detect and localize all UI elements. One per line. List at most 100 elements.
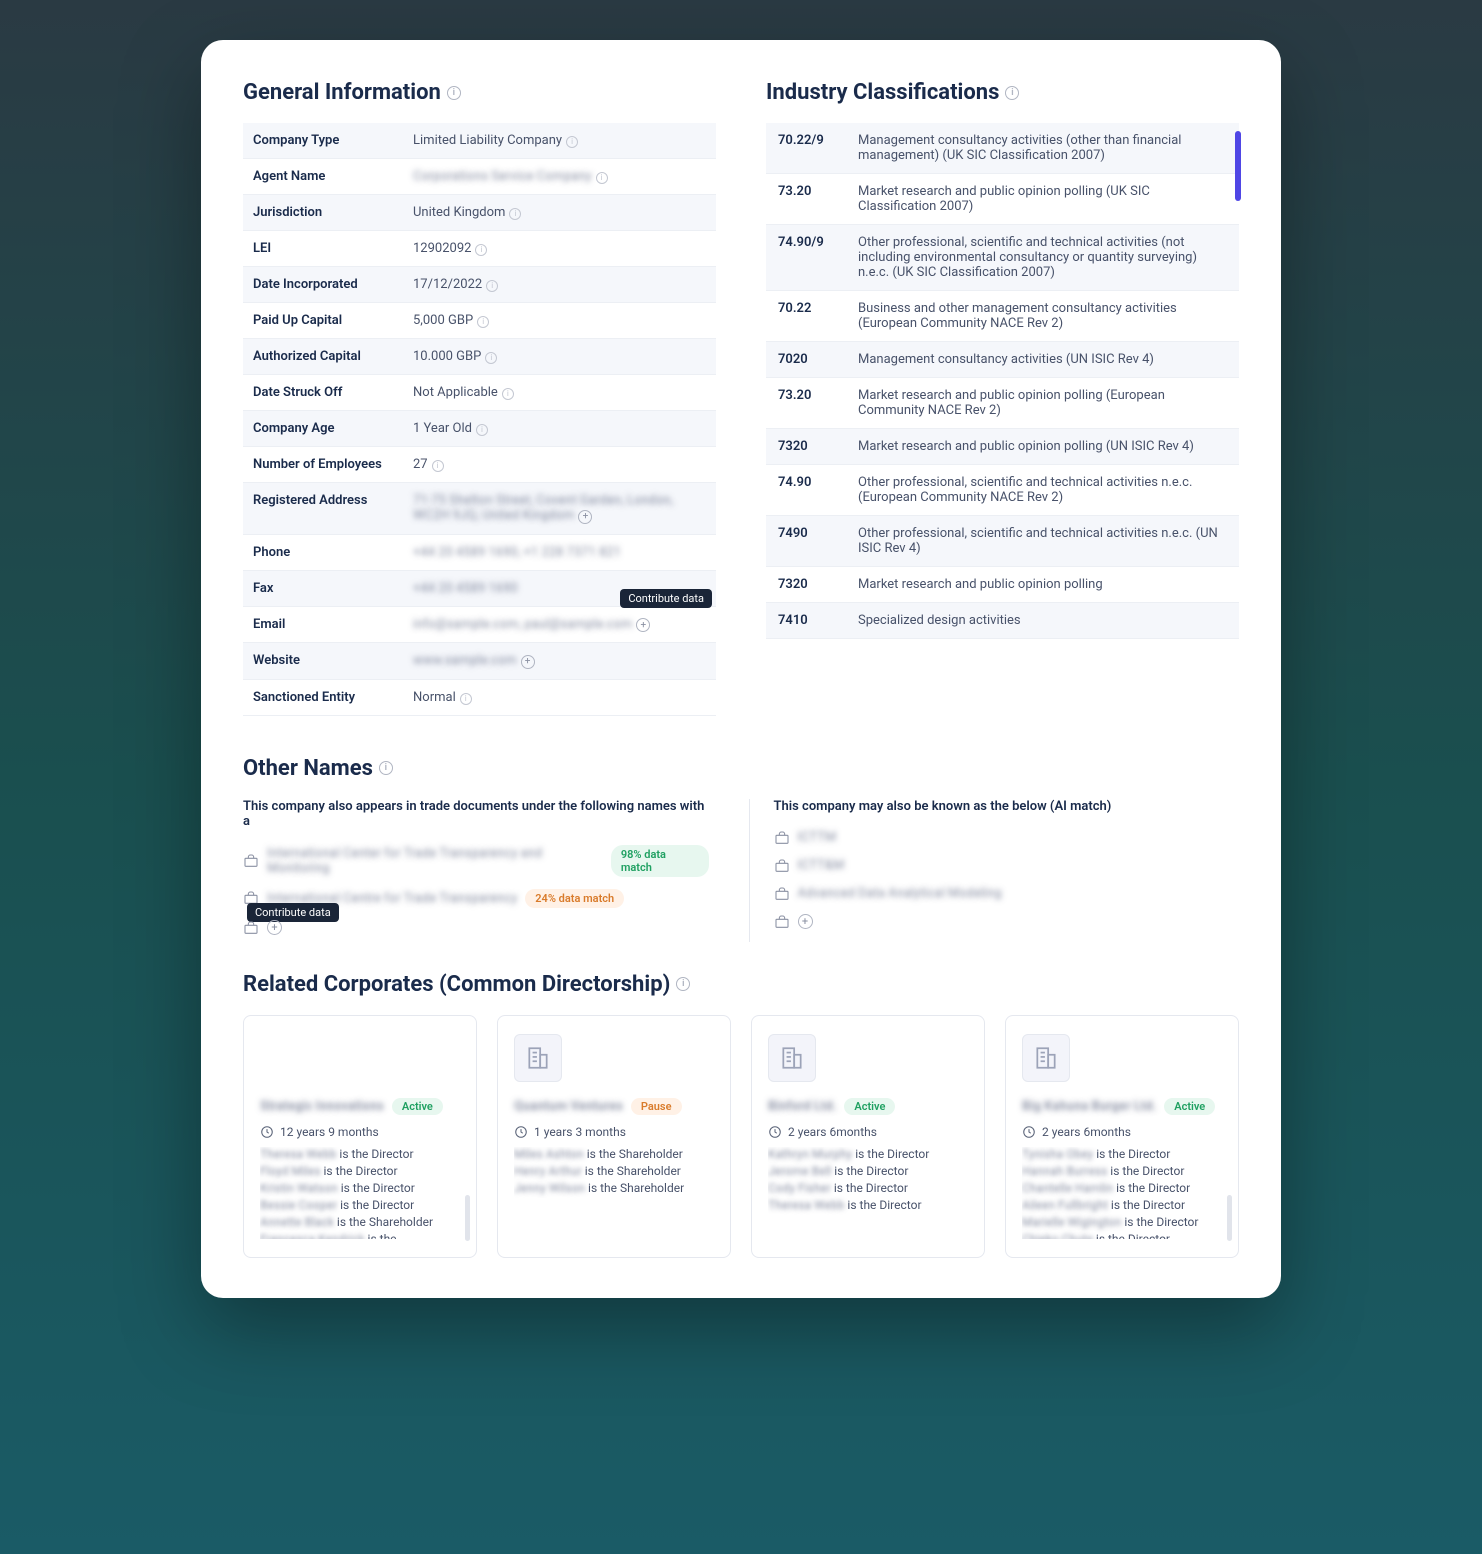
industry-code: 7020 — [766, 342, 846, 378]
duration-text: 2 years 6months — [788, 1125, 877, 1139]
industry-code: 7490 — [766, 516, 846, 567]
briefcase-icon — [774, 858, 790, 874]
role-line: Francesca Kendrick is the Shareholder — [260, 1232, 460, 1239]
person-name: Annette Black — [260, 1215, 334, 1229]
industry-code: 7320 — [766, 429, 846, 465]
person-name: Henry Arthur — [514, 1164, 582, 1178]
table-row: Date Struck OffNot Applicablei — [243, 375, 716, 411]
scrollbar[interactable] — [1235, 131, 1241, 201]
other-name-text: Advanced Data Analytical Modeling — [798, 886, 1002, 901]
role-text: is the Director — [1113, 1181, 1190, 1195]
other-name-item: + — [243, 914, 709, 942]
field-value: 17/12/2022 i — [403, 267, 716, 303]
other-name-item: Advanced Data Analytical Modeling — [774, 880, 1240, 908]
role-text: is the Director — [844, 1198, 921, 1212]
scrollbar[interactable] — [1227, 1195, 1232, 1241]
company-name: Binford Ltd. — [768, 1099, 836, 1114]
info-icon[interactable]: i — [475, 244, 487, 256]
related-title-text: Related Corporates (Common Directorship) — [243, 972, 670, 997]
field-value: 1 Year Oldi — [403, 411, 716, 447]
field-label: Fax — [243, 570, 403, 606]
briefcase-icon — [243, 920, 259, 936]
field-value-text: Normal — [413, 690, 456, 705]
field-value-text: +44 20 4589 1690, +1 228 7371 821 — [413, 545, 621, 560]
contribute-button[interactable]: + — [636, 618, 650, 632]
role-line: Jerome Bell is the Director — [768, 1164, 968, 1178]
table-row: 74.90Other professional, scientific and … — [766, 465, 1239, 516]
field-value: 71-75 Shelton Street, Covent Garden, Lon… — [403, 483, 716, 535]
info-icon[interactable]: i — [432, 460, 444, 472]
table-row: 7499Other professional, scientific, and … — [766, 639, 1239, 644]
table-row: Agent NameCorporations Service Companyi — [243, 159, 716, 195]
industry-desc: Market research and public opinion polli… — [846, 174, 1239, 225]
info-icon[interactable]: i — [566, 136, 578, 148]
table-row: Paid Up Capital 5,000 GBP i — [243, 303, 716, 339]
role-line: Kathryn Murphy is the Director — [768, 1147, 968, 1161]
info-icon[interactable]: i — [477, 316, 489, 328]
roles-list: Kathryn Murphy is the Director Jerome Bel… — [768, 1147, 968, 1215]
table-row: Websitewww.sample.com+ — [243, 643, 716, 680]
briefcase-icon — [774, 830, 790, 846]
table-row: Sanctioned EntityNormali — [243, 679, 716, 715]
role-line: Annette Black is the Shareholder — [260, 1215, 460, 1229]
info-icon[interactable]: i — [447, 86, 461, 100]
table-row: Date Incorporated17/12/2022i — [243, 267, 716, 303]
field-value-text: 5,000 GBP — [413, 313, 473, 328]
contribute-button[interactable]: + — [578, 510, 592, 524]
contribute-button[interactable]: + — [521, 655, 535, 669]
related-title: Related Corporates (Common Directorship)… — [243, 972, 1239, 997]
role-line: Kristin Watson is the Director — [260, 1181, 460, 1195]
info-icon[interactable]: i — [676, 977, 690, 991]
info-icon[interactable]: i — [379, 761, 393, 775]
field-value-text: 10.000 GBP — [413, 349, 481, 364]
match-badge: 24% data match — [525, 889, 624, 908]
info-icon[interactable]: i — [486, 280, 498, 292]
info-icon[interactable]: i — [502, 388, 514, 400]
company-logo-placeholder — [768, 1034, 816, 1082]
info-icon[interactable]: i — [596, 172, 608, 184]
info-icon[interactable]: i — [1005, 86, 1019, 100]
trade-names-col: This company also appears in trade docum… — [243, 799, 709, 942]
add-name-button[interactable]: + — [267, 920, 282, 935]
company-logo-placeholder — [1022, 1034, 1070, 1082]
person-name: Francesca Kendrick — [260, 1232, 365, 1239]
role-text: is the Director — [1121, 1215, 1198, 1229]
table-row: Registered Address71-75 Shelton Street, … — [243, 483, 716, 535]
related-company-card[interactable]: Quantum VenturesPause1 years 3 monthsMil… — [497, 1015, 731, 1258]
status-badge: Active — [844, 1098, 895, 1115]
field-value: info@sample.com, paul@sample.com+Contrib… — [403, 606, 716, 643]
info-icon[interactable]: i — [460, 693, 472, 705]
role-line: Cody Fisher is the Director — [768, 1181, 968, 1195]
field-value-text: 17/12/2022 — [413, 277, 482, 292]
briefcase-icon — [774, 914, 790, 930]
industry-desc: Other professional, scientific and techn… — [846, 465, 1239, 516]
field-label: Agent Name — [243, 159, 403, 195]
role-text: is the Shareholder — [334, 1215, 433, 1229]
role-line: Tynisha Obey is the Director — [1022, 1147, 1222, 1161]
related-company-card[interactable]: Strategic InnovationsActive12 years 9 mo… — [243, 1015, 477, 1258]
industry-desc: Market research and public opinion polli… — [846, 567, 1239, 603]
role-text: is the Shareholder — [584, 1147, 683, 1161]
info-icon[interactable]: i — [509, 208, 521, 220]
field-label: Paid Up Capital — [243, 303, 403, 339]
other-names-title: Other Names i — [243, 756, 1239, 781]
add-name-button[interactable]: + — [798, 914, 813, 929]
role-line: Henry Arthur is the Shareholder — [514, 1164, 714, 1178]
role-text: is the Director — [831, 1181, 908, 1195]
info-icon[interactable]: i — [485, 352, 497, 364]
related-company-card[interactable]: Big Kahuna Burger Ltd.Active2 years 6mon… — [1005, 1015, 1239, 1258]
general-info-title-text: General Information — [243, 80, 441, 105]
scrollbar[interactable] — [465, 1195, 470, 1241]
table-row: Authorized Capital10.000 GBPi — [243, 339, 716, 375]
person-name: Theresa Webb — [260, 1147, 336, 1161]
field-value-text: United Kingdom — [413, 205, 505, 220]
main-card: General Information i Company TypeLimite… — [201, 40, 1281, 1298]
other-names-section: Other Names i This company also appears … — [243, 756, 1239, 942]
person-name: Theresa Webb — [768, 1198, 844, 1212]
field-label: Jurisdiction — [243, 195, 403, 231]
clock-icon — [768, 1125, 782, 1139]
info-icon[interactable]: i — [476, 424, 488, 436]
person-name: Marielle Wigington — [1022, 1215, 1121, 1229]
related-company-card[interactable]: Binford Ltd. Active 2 years 6months Kathryn… — [751, 1015, 985, 1258]
table-row: 7410Specialized design activities — [766, 603, 1239, 639]
